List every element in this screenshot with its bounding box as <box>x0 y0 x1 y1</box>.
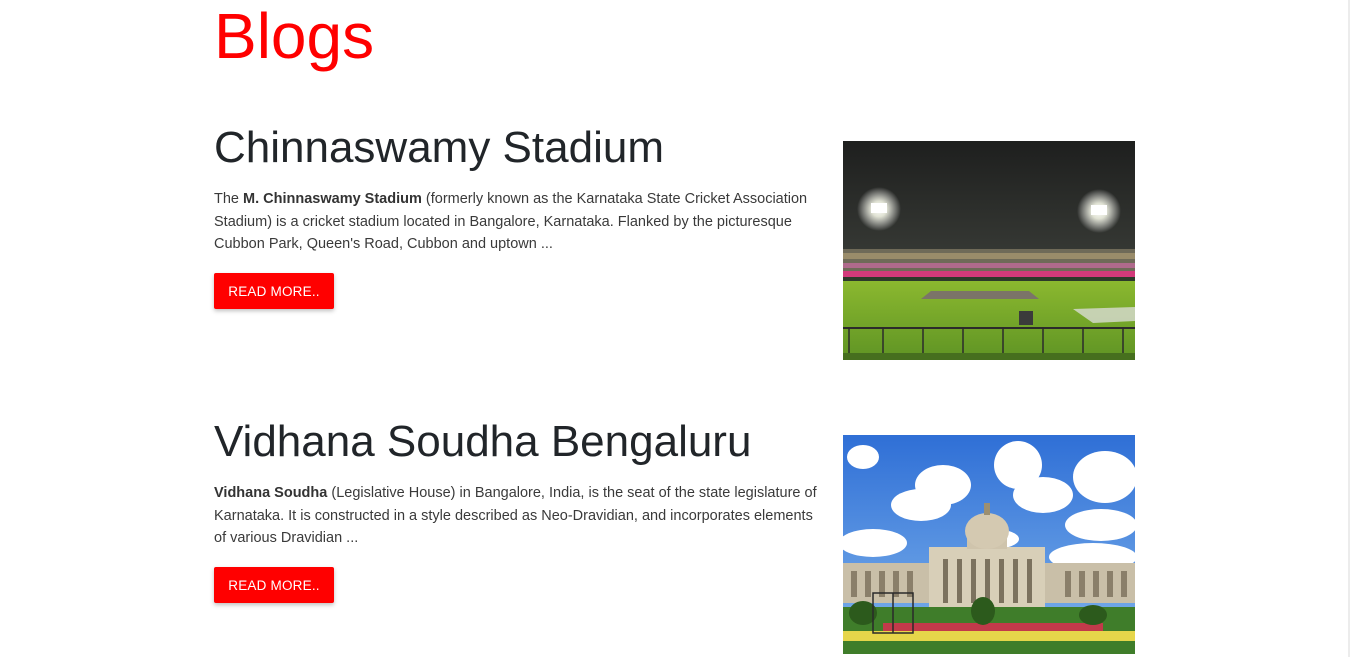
stadium-photo[interactable] <box>843 141 1135 360</box>
vidhana-soudha-photo[interactable] <box>843 435 1135 654</box>
read-more-button[interactable]: READ MORE.. <box>214 273 334 309</box>
blog-page: Blogs Chinnaswamy Stadium The M. Chinnas… <box>0 0 1350 657</box>
blog-post-vidhana-soudha: Vidhana Soudha Bengaluru Vidhana Soudha … <box>214 414 1136 654</box>
post-excerpt: The M. Chinnaswamy Stadium (formerly kno… <box>214 188 818 256</box>
read-more-button[interactable]: READ MORE.. <box>214 567 334 603</box>
page-title: Blogs <box>214 0 375 72</box>
excerpt-bold: M. Chinnaswamy Stadium <box>243 191 422 207</box>
excerpt-lead: The <box>214 191 244 207</box>
excerpt-bold: Vidhana Soudha <box>214 485 328 501</box>
post-excerpt: Vidhana Soudha (Legislative House) in Ba… <box>214 482 818 550</box>
blog-post-chinnaswamy: Chinnaswamy Stadium The M. Chinnaswamy S… <box>214 120 1136 360</box>
